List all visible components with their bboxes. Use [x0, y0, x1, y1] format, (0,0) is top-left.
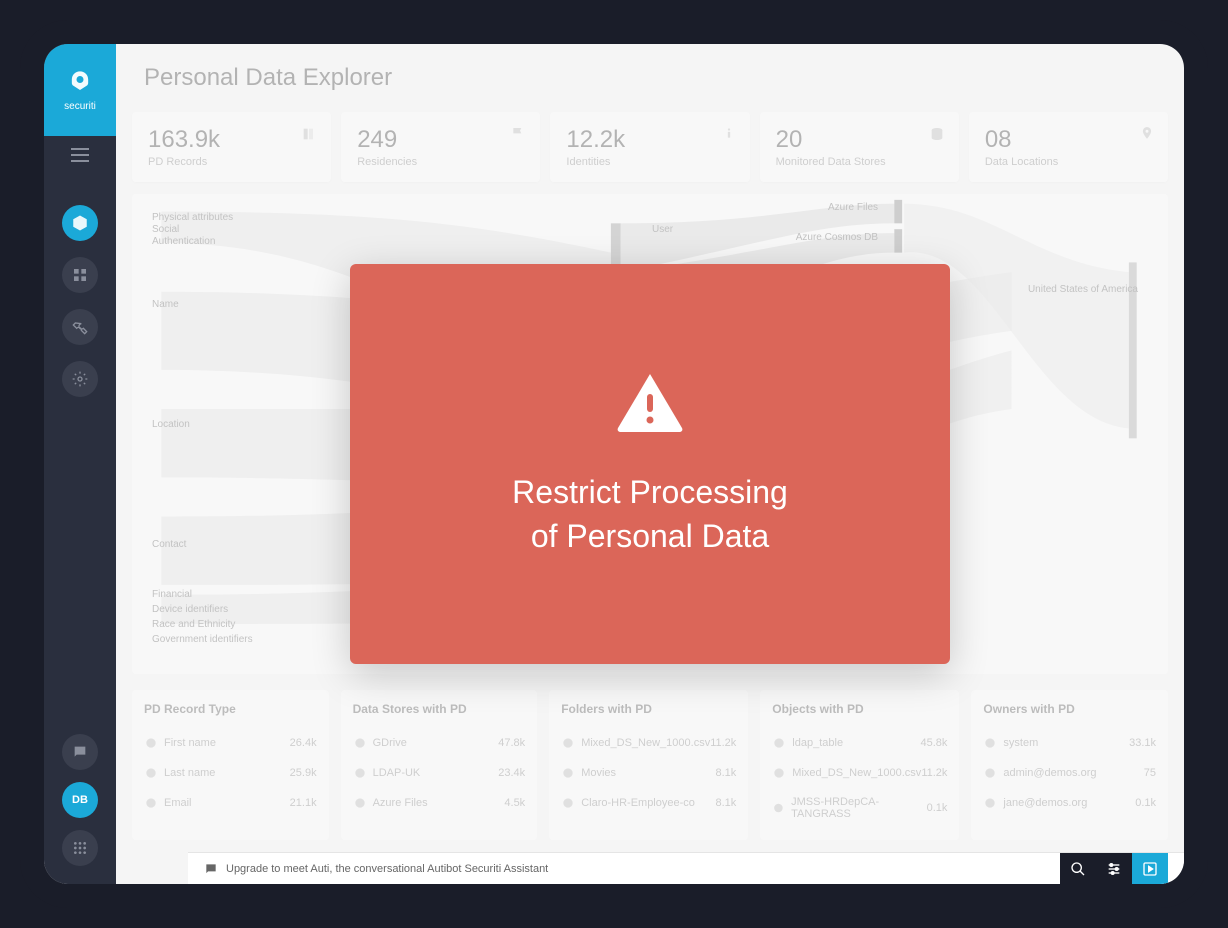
main-content: Personal Data Explorer 163.9k PD Records…: [116, 44, 1184, 884]
menu-toggle[interactable]: [71, 148, 89, 167]
gear-icon: [72, 371, 88, 387]
cube-icon: [71, 214, 89, 232]
tablet-frame: securiti DB: [20, 20, 1208, 908]
chat-icon: [72, 744, 88, 760]
grid-icon: [72, 267, 88, 283]
apps-icon: [72, 840, 88, 856]
sidebar-item-apps[interactable]: [62, 830, 98, 866]
logo-icon: [66, 69, 94, 97]
hamburger-icon: [71, 148, 89, 162]
brand-name: securiti: [64, 101, 96, 112]
sidebar-item-dashboard[interactable]: [62, 257, 98, 293]
wrench-icon: [72, 319, 88, 335]
sidebar-item-tools[interactable]: [62, 309, 98, 345]
sidebar-item-chat[interactable]: [62, 734, 98, 770]
brand-logo[interactable]: securiti: [44, 44, 116, 136]
modal-message: Restrict Processing of Personal Data: [512, 471, 788, 557]
modal-line2: of Personal Data: [512, 515, 788, 558]
avatar-initials: DB: [72, 794, 88, 806]
user-avatar[interactable]: DB: [62, 782, 98, 818]
sidebar-item-settings[interactable]: [62, 361, 98, 397]
app-screen: securiti DB: [44, 44, 1184, 884]
sidebar: securiti DB: [44, 44, 116, 884]
modal-overlay: Restrict Processing of Personal Data: [116, 44, 1184, 884]
sidebar-bottom: DB: [62, 728, 98, 884]
restrict-processing-modal: Restrict Processing of Personal Data: [350, 264, 950, 664]
sidebar-item-data-explorer[interactable]: [62, 205, 98, 241]
modal-line1: Restrict Processing: [512, 471, 788, 514]
warning-icon: [614, 370, 686, 439]
